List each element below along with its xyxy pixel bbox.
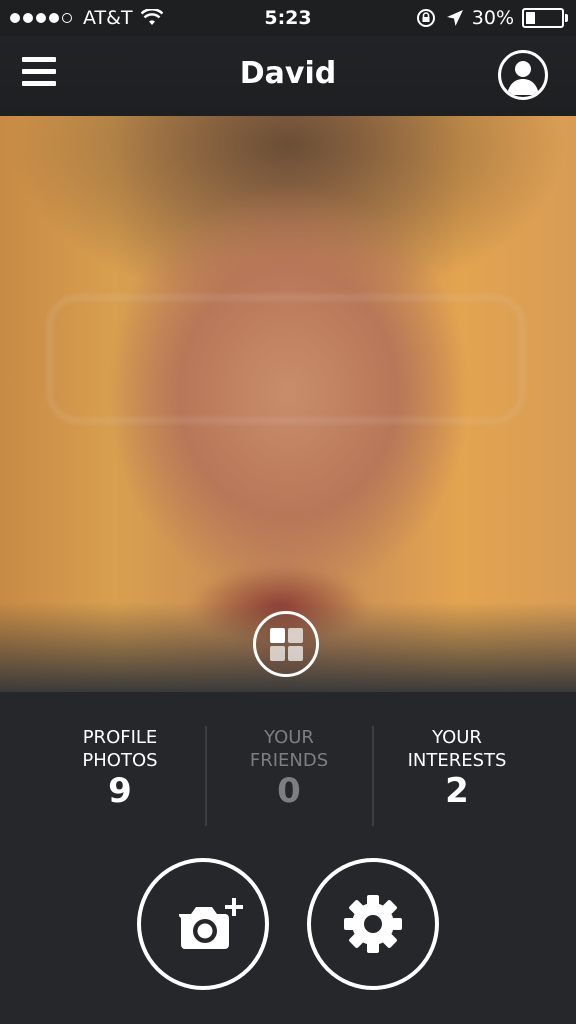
stat-label: FRIENDS [249,750,329,771]
stats-row: PROFILE PHOTOS 9 YOUR FRIENDS 0 YOUR INT… [0,726,576,826]
settings-button[interactable] [307,858,439,990]
stat-label: YOUR [432,727,482,748]
status-bar: AT&T 5:23 30% [0,0,576,36]
stat-count: 0 [277,771,301,811]
stat-profile-photos[interactable]: PROFILE PHOTOS 9 [35,726,205,810]
rotation-lock-icon [416,9,435,27]
page-title: David [239,56,337,91]
stat-your-interests[interactable]: YOUR INTERESTS 2 [372,726,542,810]
user-profile-icon[interactable] [498,50,548,100]
stat-count: 2 [445,771,469,811]
camera-add-icon [178,898,243,949]
gear-icon [344,895,402,953]
stat-label: INTERESTS [407,750,507,771]
location-arrow-icon [446,10,463,26]
battery-percent: 30% [471,7,514,29]
profile-photo[interactable] [0,116,576,692]
stat-label: YOUR [264,727,314,748]
battery-icon [522,8,568,28]
status-right: 30% [416,7,568,29]
stat-label: PROFILE [82,727,158,748]
stat-count: 9 [108,771,132,811]
grid-view-icon[interactable] [253,611,319,677]
photo-detail [48,296,524,422]
add-photo-button[interactable] [137,858,269,990]
nav-bar: David [0,36,576,116]
stat-label: PHOTOS [82,750,158,771]
stat-your-friends[interactable]: YOUR FRIENDS 0 [204,726,374,810]
